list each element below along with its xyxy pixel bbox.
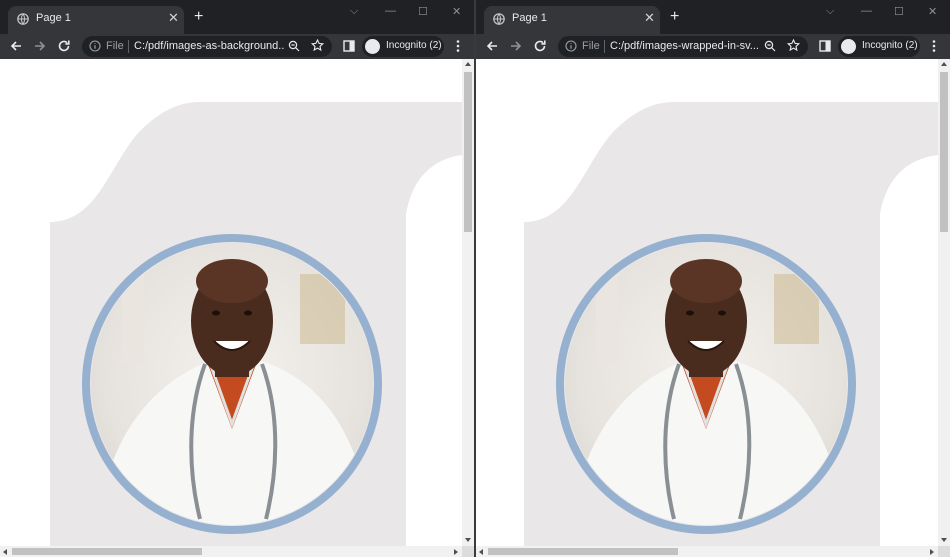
reload-icon[interactable] (57, 39, 71, 53)
scroll-right-icon[interactable] (454, 549, 458, 555)
page-graphic (50, 102, 462, 546)
scroll-up-icon[interactable] (465, 62, 471, 66)
tab-title: Page 1 (512, 12, 547, 24)
scroll-left-icon[interactable] (479, 549, 483, 555)
incognito-indicator[interactable]: Incognito (2) (838, 36, 920, 57)
forward-icon[interactable] (509, 39, 523, 53)
scroll-right-icon[interactable] (930, 549, 934, 555)
incognito-label: Incognito (2) (386, 40, 442, 51)
dual-browser-screenshot: Page 1 ✕ + ⌵ — ☐ ✕ File C:/pdf/images-as… (0, 0, 950, 557)
page-content (0, 59, 462, 546)
url-text[interactable]: C:/pdf/images-wrapped-in-sv... (610, 40, 760, 52)
tab-strip: Page 1 ✕ + ⌵ — ☐ ✕ (0, 0, 474, 34)
url-text[interactable]: C:/pdf/images-as-background... (134, 40, 284, 52)
horizontal-scroll-thumb[interactable] (12, 548, 202, 555)
scrollbar-corner (462, 546, 474, 557)
menu-icon[interactable] (456, 39, 460, 53)
scroll-left-icon[interactable] (3, 549, 7, 555)
globe-icon (17, 13, 29, 25)
scroll-down-icon[interactable] (941, 538, 947, 542)
zoom-icon[interactable] (288, 40, 300, 52)
back-icon[interactable] (485, 39, 499, 53)
close-icon[interactable]: ✕ (168, 11, 179, 25)
chevron-down-icon[interactable]: ⌵ (826, 5, 834, 18)
tab-title: Page 1 (36, 12, 71, 24)
minimize-icon[interactable]: — (861, 5, 872, 17)
maximize-icon[interactable]: ☐ (418, 5, 428, 18)
info-icon[interactable] (565, 40, 577, 52)
horizontal-scroll-thumb[interactable] (488, 548, 678, 555)
incognito-indicator[interactable]: Incognito (2) (362, 36, 444, 57)
star-icon[interactable] (311, 39, 324, 52)
zoom-icon[interactable] (764, 40, 776, 52)
file-label: File (582, 40, 600, 52)
side-panel-icon[interactable] (343, 40, 355, 52)
page-graphic (524, 102, 938, 546)
horizontal-scrollbar[interactable] (476, 546, 938, 557)
browser-window-right: Page 1 ✕ + ⌵ — ☐ ✕ File C:/pdf/images-wr… (476, 0, 950, 557)
back-icon[interactable] (9, 39, 23, 53)
file-label: File (106, 40, 124, 52)
browser-window-left: Page 1 ✕ + ⌵ — ☐ ✕ File C:/pdf/images-as… (0, 0, 474, 557)
tab-strip: Page 1 ✕ + ⌵ — ☐ ✕ (476, 0, 950, 34)
globe-icon (493, 13, 505, 25)
minimize-icon[interactable]: — (385, 5, 396, 17)
menu-icon[interactable] (932, 39, 936, 53)
window-close-icon[interactable]: ✕ (928, 5, 937, 18)
close-icon[interactable]: ✕ (644, 11, 655, 25)
scroll-down-icon[interactable] (465, 538, 471, 542)
plus-icon[interactable]: + (194, 9, 203, 25)
tab-page-1[interactable]: Page 1 ✕ (8, 6, 184, 34)
tab-page-1[interactable]: Page 1 ✕ (484, 6, 660, 34)
maximize-icon[interactable]: ☐ (894, 5, 904, 18)
plus-icon[interactable]: + (670, 9, 679, 25)
address-separator (604, 40, 605, 53)
incognito-label: Incognito (2) (862, 40, 918, 51)
vertical-scroll-thumb[interactable] (940, 72, 948, 232)
address-bar[interactable]: File C:/pdf/images-wrapped-in-sv... (558, 36, 808, 57)
vertical-scrollbar[interactable] (938, 59, 950, 546)
incognito-icon (365, 39, 380, 54)
chevron-down-icon[interactable]: ⌵ (350, 5, 358, 18)
forward-icon[interactable] (33, 39, 47, 53)
address-bar[interactable]: File C:/pdf/images-as-background... (82, 36, 332, 57)
page-content (476, 59, 938, 546)
scroll-up-icon[interactable] (941, 62, 947, 66)
toolbar: File C:/pdf/images-wrapped-in-sv... Inco… (476, 34, 950, 59)
side-panel-icon[interactable] (819, 40, 831, 52)
info-icon[interactable] (89, 40, 101, 52)
star-icon[interactable] (787, 39, 800, 52)
incognito-icon (841, 39, 856, 54)
reload-icon[interactable] (533, 39, 547, 53)
vertical-scrollbar[interactable] (462, 59, 474, 546)
address-separator (128, 40, 129, 53)
toolbar: File C:/pdf/images-as-background... Inco… (0, 34, 474, 59)
scrollbar-corner (938, 546, 950, 557)
window-close-icon[interactable]: ✕ (452, 5, 461, 18)
vertical-scroll-thumb[interactable] (464, 72, 472, 232)
horizontal-scrollbar[interactable] (0, 546, 462, 557)
